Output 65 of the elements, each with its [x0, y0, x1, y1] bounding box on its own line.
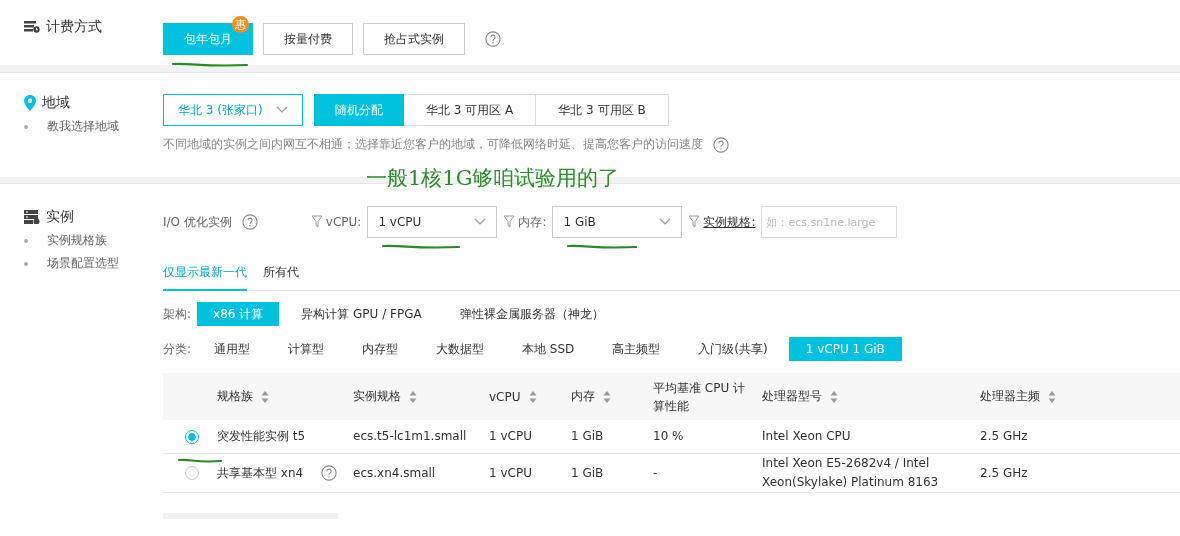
table-cell-text: 2.5 GHz [980, 427, 1028, 445]
table-cell-text: - [653, 464, 658, 482]
table-cell-text: Intel Xeon CPU [762, 427, 851, 445]
help-icon[interactable] [321, 465, 338, 482]
filter-icon [688, 215, 701, 229]
filter-select[interactable]: 1 GiB [552, 206, 683, 238]
filter-link[interactable]: 实例规格: [703, 213, 756, 231]
chevron-down-icon [474, 218, 487, 226]
sort-icon[interactable] [603, 389, 611, 404]
table-cell-text: 1 vCPU [489, 427, 532, 445]
column-header: 规格族 [217, 388, 253, 405]
table-cell-text: 共享基本型 xn4 [217, 464, 304, 482]
chevron-down-icon [276, 106, 288, 114]
table-cell-text: 突发性能实例 t5 [217, 427, 306, 445]
generation-tab[interactable]: 所有代 [263, 258, 299, 291]
section-title: 实例 [46, 208, 74, 226]
billing-option[interactable]: 按量付费 [263, 23, 353, 55]
section-title: 计费方式 [46, 18, 102, 36]
filter-icon [503, 215, 516, 229]
column-header: 内存 [571, 388, 595, 405]
discount-badge: 惠 [232, 16, 249, 33]
section-title: 地域 [42, 94, 70, 112]
sort-icon[interactable] [528, 389, 537, 404]
sort-icon[interactable] [261, 389, 269, 404]
table-cell-text: ecs.xn4.small [353, 464, 436, 482]
filter-select[interactable]: 1 vCPU [367, 206, 498, 238]
column-header: 处理器主频 [980, 388, 1040, 405]
sort-icon[interactable] [830, 389, 838, 404]
help-link[interactable]: 实例规格族 [47, 232, 107, 249]
sort-icon[interactable] [409, 389, 417, 404]
chevron-down-icon [659, 218, 672, 226]
billing-option[interactable]: 抢占式实例 [363, 23, 465, 55]
column-header: 平均基准 CPU 计算性能 [653, 379, 747, 415]
column-header: 处理器型号 [762, 388, 822, 405]
sort-icon[interactable] [1048, 389, 1056, 404]
io-label: I/O 优化实例 [163, 213, 232, 231]
filter-icon [310, 215, 323, 229]
table-cell-text: 10 % [653, 427, 684, 445]
help-icon[interactable] [241, 214, 258, 230]
help-icon[interactable] [713, 136, 729, 153]
filter-label: 分类: [163, 340, 192, 358]
help-icon[interactable] [485, 31, 501, 47]
column-header: 实例规格 [353, 388, 401, 405]
table-cell-text: ecs.t5-lc1m1.small [353, 427, 467, 445]
server-icon [24, 210, 40, 224]
spec-search-field[interactable]: 如：ecs.sn1ne.large [761, 206, 898, 238]
column-header: vCPU [489, 389, 521, 404]
filter-label: vCPU: [325, 215, 362, 229]
handwritten-underline [177, 457, 223, 464]
help-link[interactable]: 场景配置选型 [47, 255, 119, 272]
table-cell-text: 2.5 GHz [980, 464, 1028, 482]
zone-option[interactable]: 华北 3 可用区 A [404, 94, 537, 126]
filter-label: 内存: [518, 213, 547, 231]
table-cell-text: 1 GiB [571, 427, 604, 445]
location-pin-icon [24, 95, 36, 111]
radio-button[interactable] [185, 429, 199, 444]
help-link[interactable]: 教我选择地域 [47, 118, 119, 135]
billing-icon [24, 21, 40, 33]
table-cell-text: Intel Xeon E5-2682v4 / Intel Xeon(Skylake) Platinum 8163 [762, 455, 940, 492]
hint-text: 不同地域的实例之间内网互不相通；选择靠近您客户的地域，可降低网络时延、提高您客户的访问速度 [163, 136, 703, 153]
zone-option[interactable]: 华北 3 可用区 B [536, 94, 669, 126]
table-cell-text: 1 vCPU [489, 464, 532, 482]
handwritten-note: 一般1核1G够咱试验用的了 [366, 165, 620, 192]
filter-label: 架构: [163, 305, 192, 323]
table-cell-text: 1 GiB [571, 464, 604, 482]
